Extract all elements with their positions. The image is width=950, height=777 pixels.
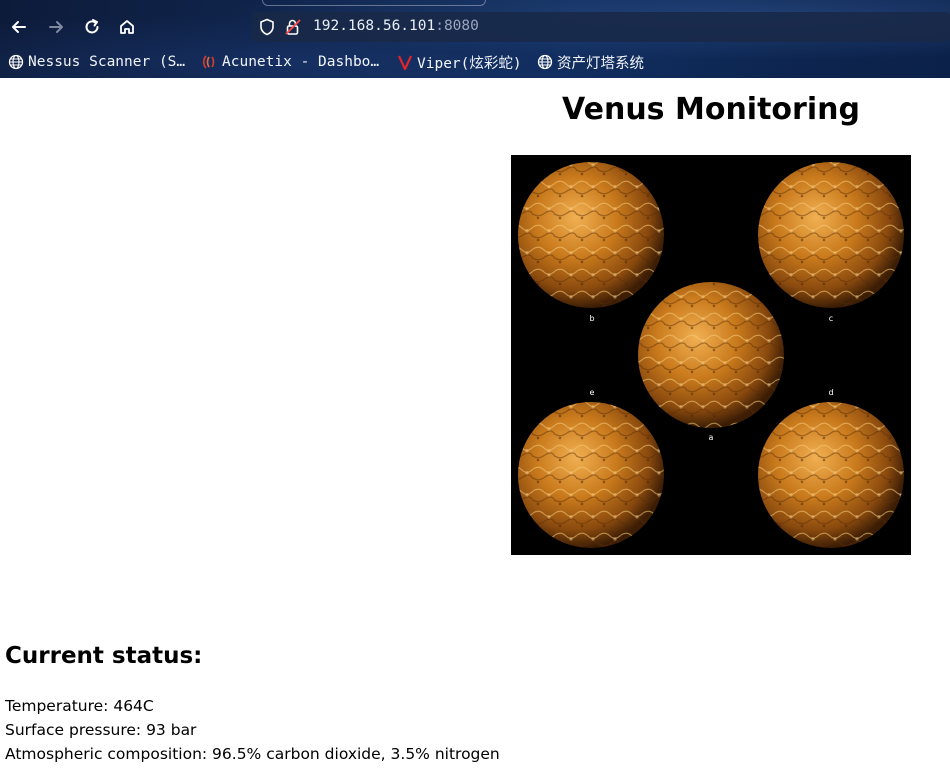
back-button[interactable] bbox=[6, 14, 32, 40]
bookmark-label: Viper(炫彩蛇) bbox=[417, 55, 522, 72]
bookmark-label: Acunetix - Dashbo… bbox=[222, 54, 380, 70]
globe-label-c: c bbox=[829, 314, 833, 323]
bookmark-acunetix[interactable]: Acunetix - Dashbo… bbox=[202, 50, 379, 74]
globe-icon bbox=[8, 54, 24, 70]
status-composition: Atmospheric composition: 96.5% carbon di… bbox=[5, 745, 500, 763]
url-text[interactable]: 192.168.56.101:8080 bbox=[313, 18, 479, 34]
status-temperature: Temperature: 464C bbox=[5, 697, 154, 715]
bookmarks-bar: Nessus Scanner (S… Acunetix - Dashbo… Vi… bbox=[0, 50, 950, 74]
acunetix-icon bbox=[202, 55, 215, 69]
globe-label-a: a bbox=[709, 433, 714, 442]
arrow-right-icon bbox=[49, 21, 63, 33]
globe-d bbox=[758, 402, 904, 548]
globe-c bbox=[758, 162, 904, 308]
bookmark-asset-lighthouse[interactable]: 资产灯塔系统 bbox=[537, 50, 644, 74]
url-host: 192.168.56.101 bbox=[313, 18, 436, 34]
status-heading: Current status: bbox=[5, 643, 203, 669]
viper-icon bbox=[398, 55, 412, 70]
arrow-left-icon bbox=[12, 21, 26, 33]
home-icon bbox=[120, 20, 134, 34]
home-button[interactable] bbox=[114, 14, 140, 40]
address-bar[interactable]: 192.168.56.101:8080 bbox=[252, 12, 950, 42]
insecure-lock-icon[interactable] bbox=[285, 18, 301, 36]
url-port: :8080 bbox=[435, 18, 479, 34]
forward-button[interactable] bbox=[43, 14, 69, 40]
globe-e bbox=[518, 402, 664, 548]
globe-icon bbox=[537, 54, 553, 70]
status-pressure: Surface pressure: 93 bar bbox=[5, 721, 197, 739]
bookmark-label: Nessus Scanner (S… bbox=[28, 54, 186, 70]
reload-icon bbox=[85, 19, 99, 34]
tab-edge bbox=[262, 0, 486, 6]
globe-label-e: e bbox=[590, 388, 595, 397]
globe-label-d: d bbox=[828, 388, 833, 397]
bookmark-viper[interactable]: Viper(炫彩蛇) bbox=[397, 50, 522, 74]
bookmark-nessus[interactable]: Nessus Scanner (S… bbox=[8, 50, 185, 74]
reload-button[interactable] bbox=[79, 14, 105, 40]
globe-label-b: b bbox=[589, 314, 594, 323]
browser-toolbar: 192.168.56.101:8080 Nessus Scanner (S… A… bbox=[0, 0, 950, 78]
shield-icon[interactable] bbox=[259, 18, 275, 36]
page-title: Venus Monitoring bbox=[562, 92, 860, 127]
bookmark-label: 资产灯塔系统 bbox=[557, 55, 644, 72]
venus-globes-illustration: b c e d a bbox=[518, 162, 904, 548]
globe-a bbox=[638, 282, 784, 428]
globe-b bbox=[518, 162, 664, 308]
venus-image: b c e d a bbox=[511, 155, 911, 555]
